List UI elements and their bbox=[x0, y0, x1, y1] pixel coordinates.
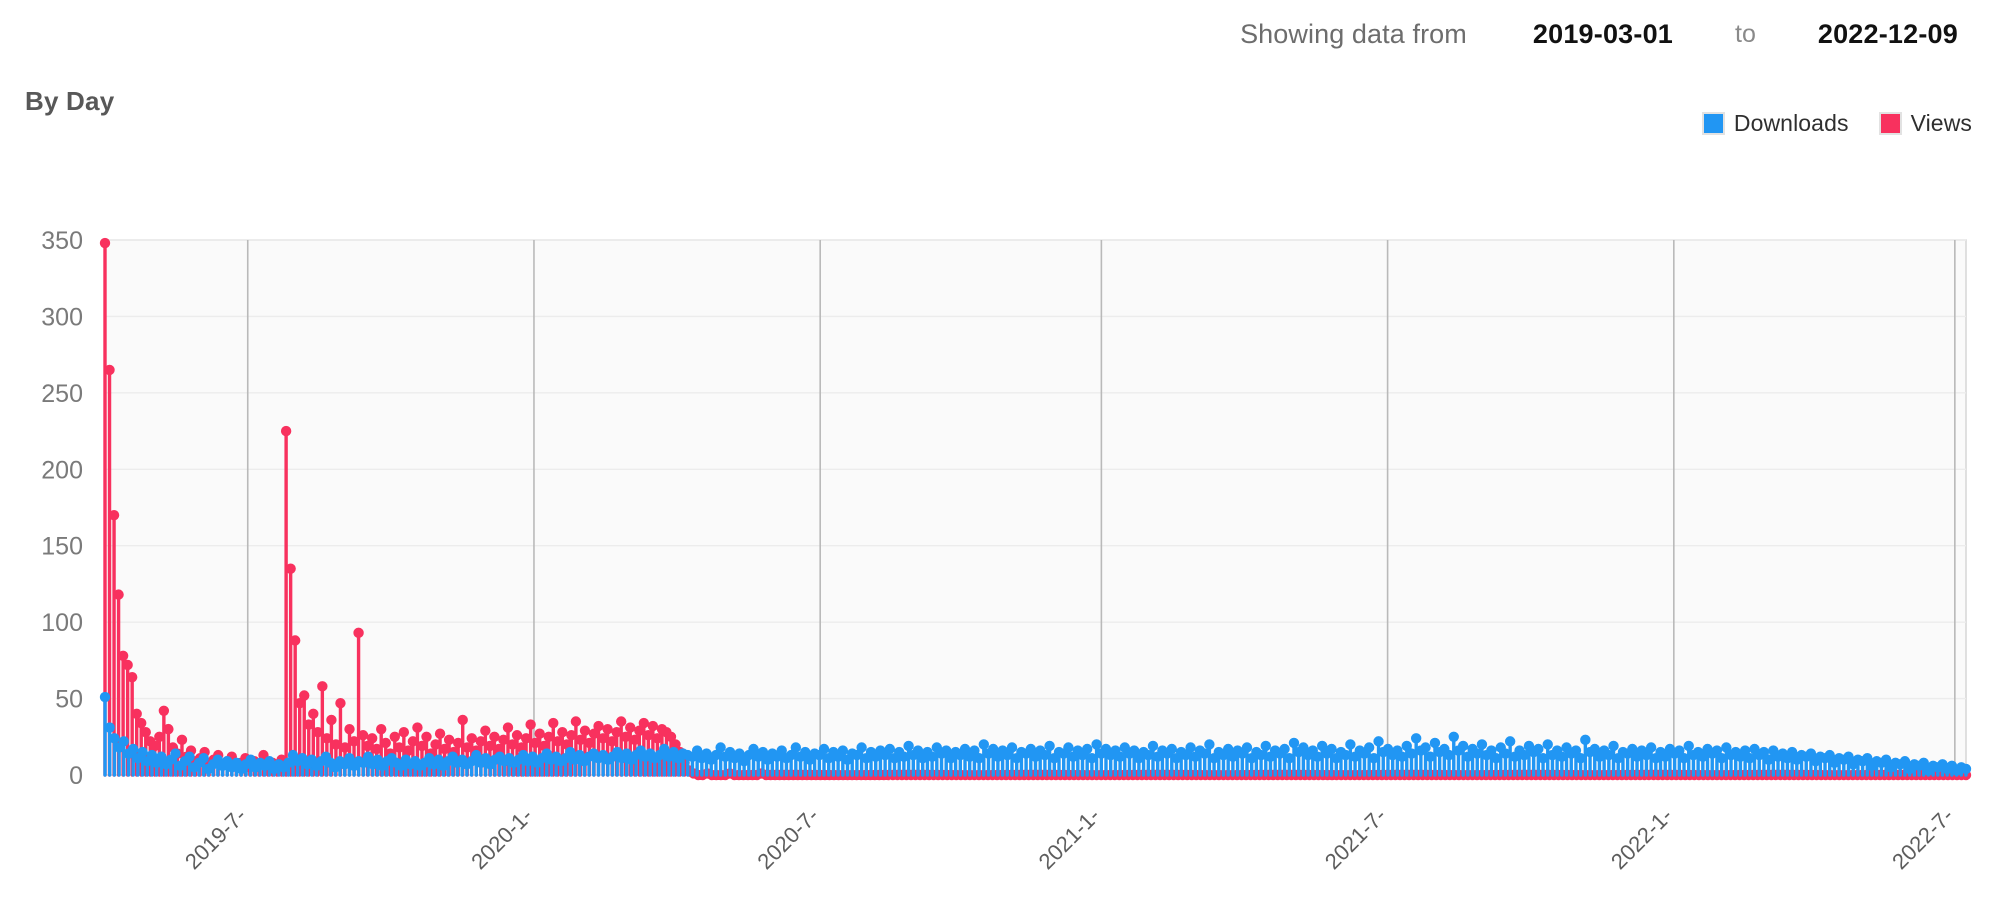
plot-background-group bbox=[104, 239, 1967, 776]
x-axis-tick-label: 2020-1- bbox=[466, 803, 537, 874]
x-axis-tick-label: 2019-7- bbox=[180, 803, 251, 874]
y-axis-labels-group: 0 50 100 150 200 250 300 350 bbox=[41, 227, 83, 790]
y-axis-tick-label: 50 bbox=[55, 686, 83, 714]
x-axis-tick-label: 2022-1- bbox=[1606, 803, 1677, 874]
y-axis-tick-label: 200 bbox=[41, 456, 83, 484]
x-axis-tick-label: 2021-1- bbox=[1034, 803, 1105, 874]
x-axis-tick-label: 2022-7- bbox=[1887, 803, 1958, 874]
timeseries-chart-svg[interactable]: 0 50 100 150 200 250 300 350 2019-7- 2020-1- 2020… bbox=[0, 0, 2000, 908]
y-axis-tick-label: 0 bbox=[69, 762, 83, 790]
x-axis-tick-label: 2021-7- bbox=[1320, 803, 1391, 874]
y-axis-tick-label: 250 bbox=[41, 380, 83, 408]
plot-panel bbox=[104, 239, 1967, 776]
x-axis-labels-group: 2019-7- 2020-1- 2020-7- 2021-1- 2021-7- 2022-… bbox=[180, 803, 1958, 874]
chart-plot-area[interactable]: 0 50 100 150 200 250 300 350 2019-7- 2020-1- 2020… bbox=[0, 0, 2000, 908]
y-axis-tick-label: 100 bbox=[41, 609, 83, 637]
y-axis-tick-label: 300 bbox=[41, 303, 83, 331]
y-axis-tick-label: 150 bbox=[41, 533, 83, 561]
y-axis-tick-label: 350 bbox=[41, 227, 83, 255]
x-axis-tick-label: 2020-7- bbox=[752, 803, 823, 874]
